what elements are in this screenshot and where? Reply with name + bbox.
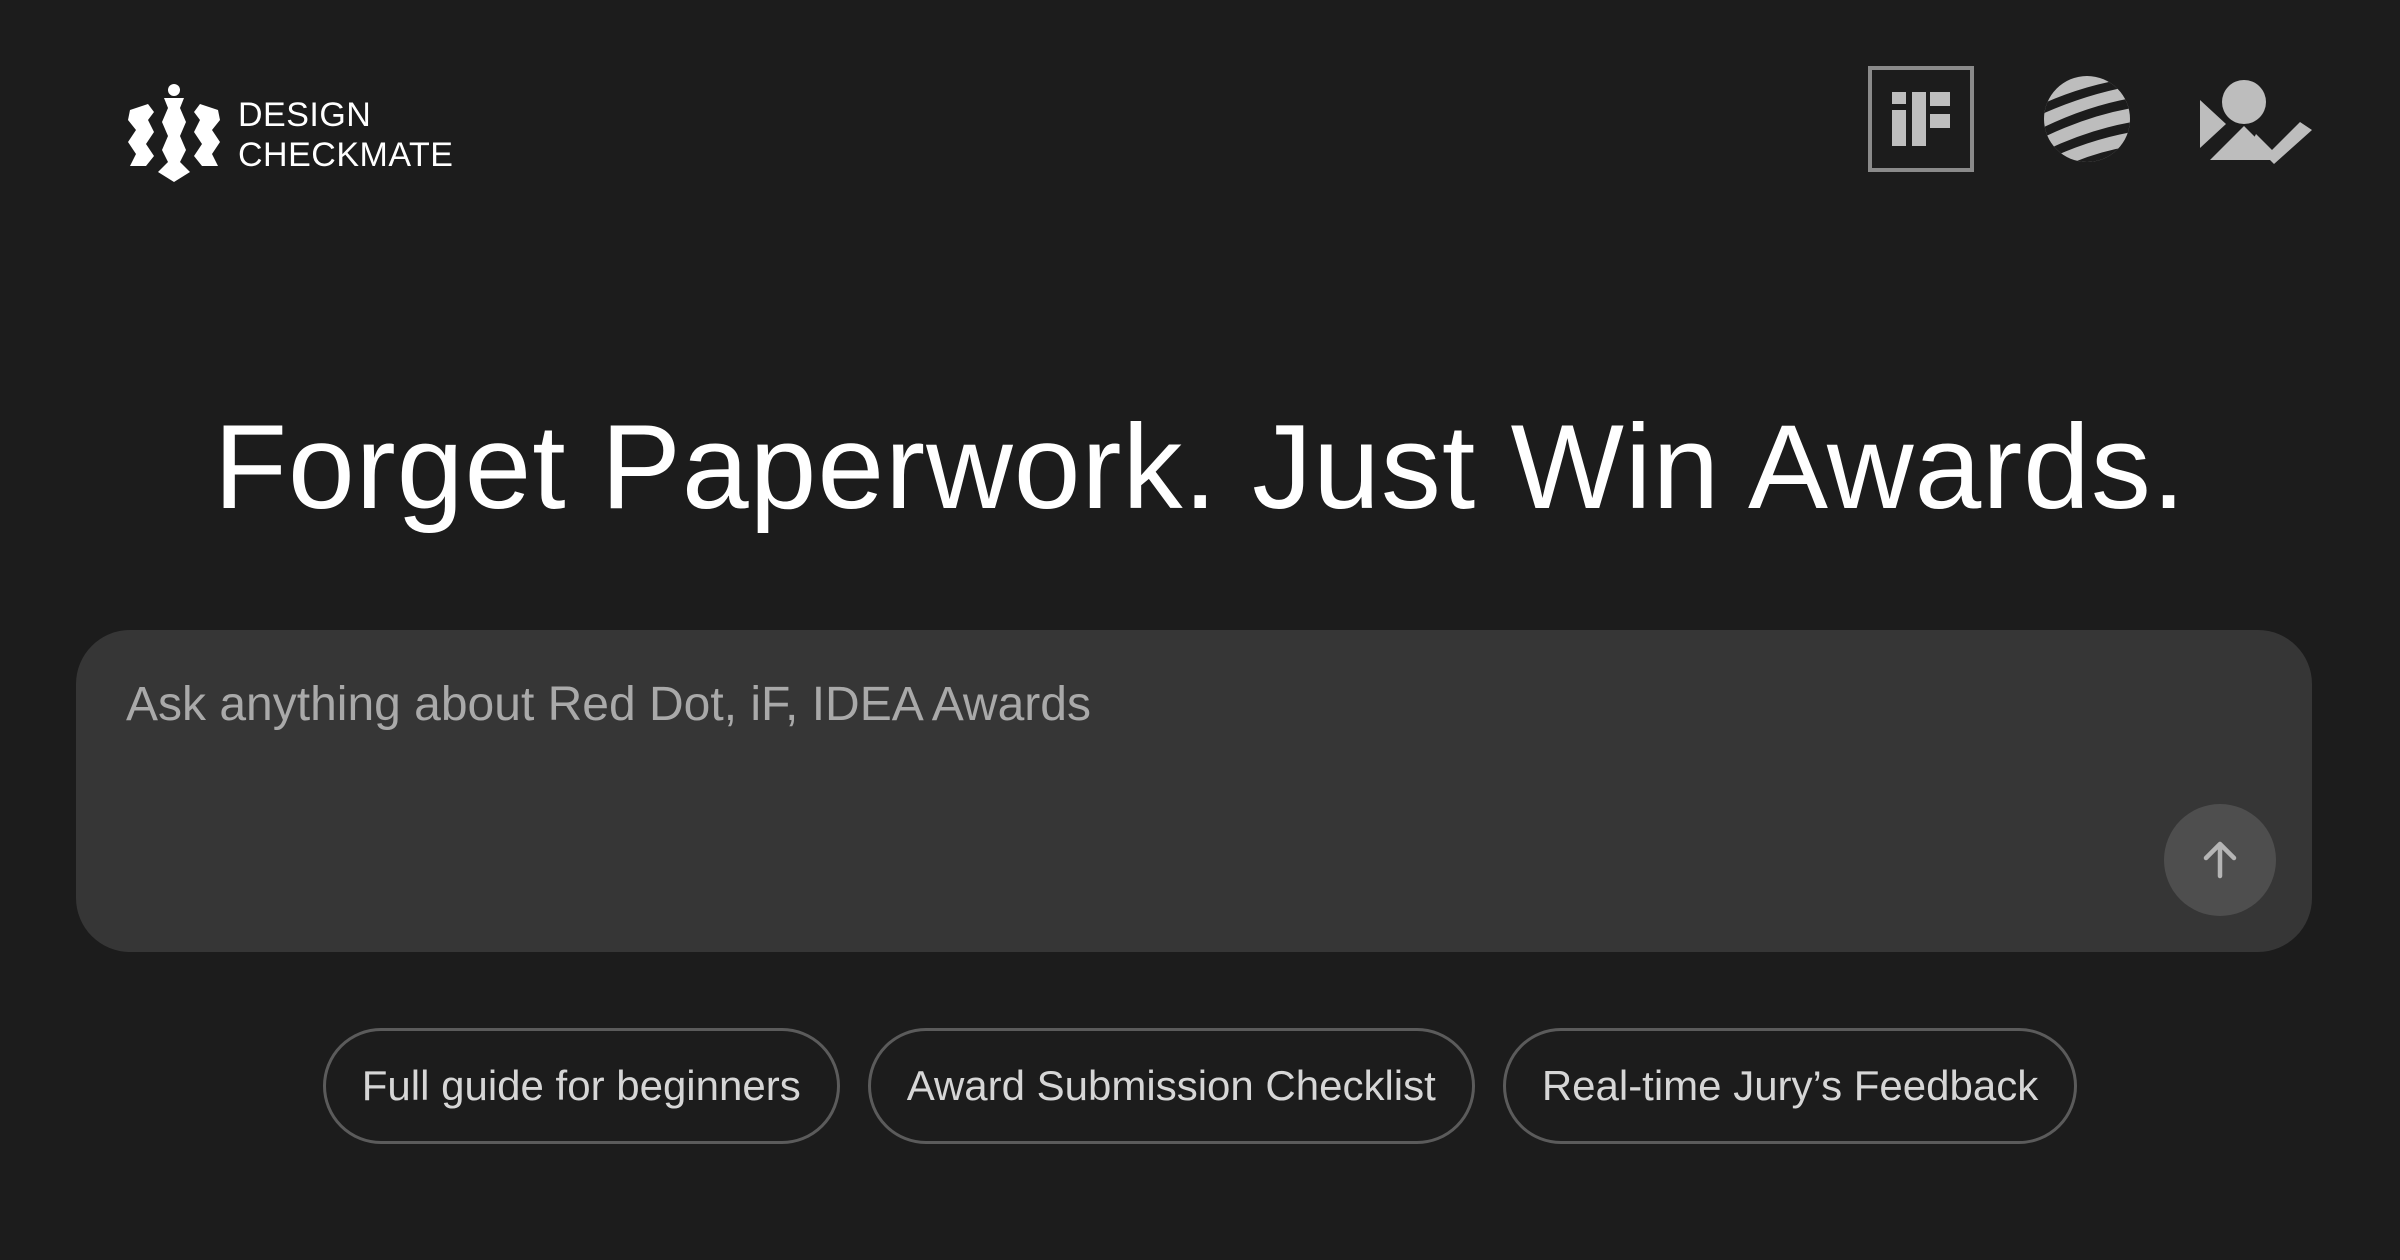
partner-logos	[1868, 66, 2312, 172]
prompt-box[interactable]	[76, 630, 2312, 952]
if-logo-mark	[1892, 92, 1950, 146]
suggestion-chip-submission-checklist[interactable]: Award Submission Checklist	[867, 1028, 1475, 1144]
suggestion-chip-jury-feedback[interactable]: Real-time Jury’s Feedback	[1502, 1028, 2078, 1144]
brand-name-line1: DESIGN	[238, 96, 372, 134]
chess-pieces-logo-icon	[128, 84, 220, 182]
suggestion-chips: Full guide for beginners Award Submissio…	[0, 1028, 2400, 1144]
if-award-icon[interactable]	[1868, 66, 1974, 172]
red-dot-icon[interactable]	[2042, 74, 2132, 164]
arrow-up-icon	[2203, 841, 2237, 879]
idea-award-icon[interactable]	[2200, 74, 2312, 164]
page-title: Forget Paperwork. Just Win Awards.	[213, 400, 2187, 534]
brand-logo[interactable]: DESIGN CHECKMATE	[124, 82, 453, 188]
send-button[interactable]	[2164, 804, 2276, 916]
ask-input[interactable]	[126, 674, 2026, 734]
brand-name: DESIGN CHECKMATE	[238, 95, 453, 175]
brand-name-line2: CHECKMATE	[238, 136, 454, 174]
suggestion-chip-beginners-guide[interactable]: Full guide for beginners	[322, 1028, 840, 1144]
